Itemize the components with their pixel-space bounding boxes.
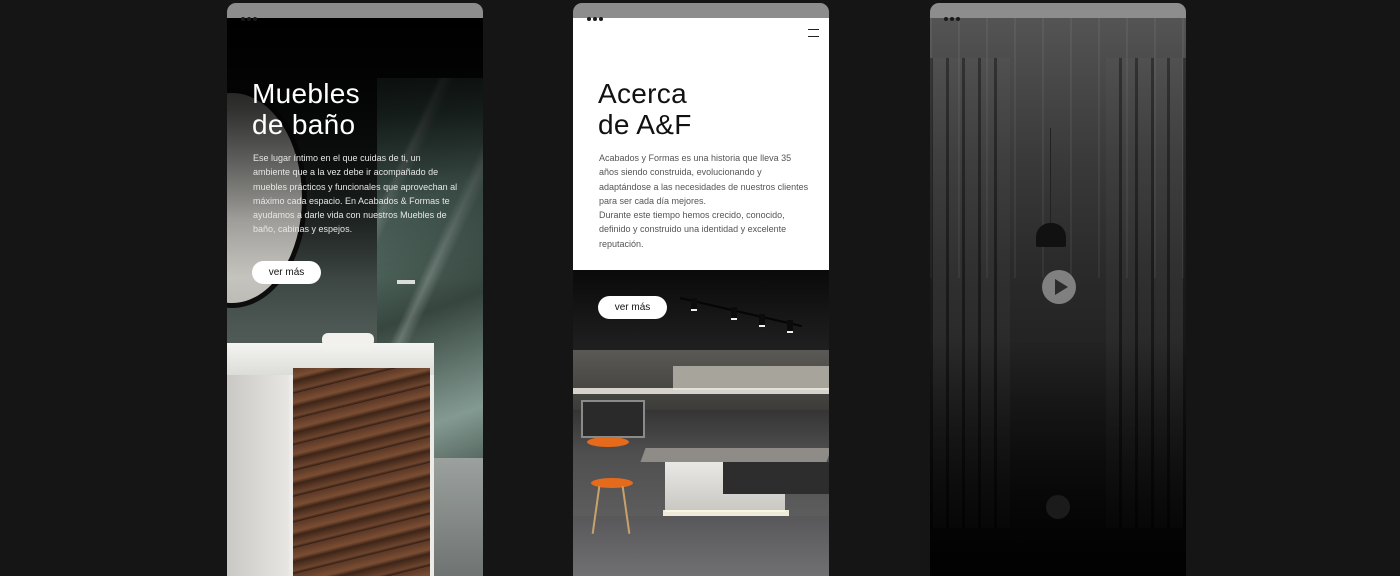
- about-paragraph: Durante este tiempo hemos crecido, conoc…: [599, 210, 787, 249]
- mobile-mockup-banos: Muebles de baño Ese lugar íntimo en el q…: [227, 3, 483, 576]
- window-dot: [253, 17, 257, 21]
- showroom-floor-image: [573, 516, 829, 576]
- window-dots: [944, 8, 962, 26]
- window-dot: [944, 17, 948, 21]
- browser-titlebar: [227, 3, 483, 21]
- window-dot: [599, 17, 603, 21]
- mobile-mockup-video: [930, 3, 1186, 576]
- about-paragraph: Acabados y Formas es una historia que ll…: [599, 153, 809, 206]
- wood-slats-image: [293, 368, 430, 576]
- spotlight-icon: [691, 298, 697, 311]
- window-dot: [587, 17, 591, 21]
- folded-towel-image: [322, 333, 374, 347]
- ver-mas-button[interactable]: ver más: [252, 261, 321, 284]
- vanity-side-image: [227, 375, 289, 576]
- about-text: Acabados y Formas es una historia que ll…: [599, 151, 813, 251]
- spotlight-icon: [787, 320, 793, 333]
- lamp-cord-image: [1050, 128, 1051, 224]
- play-button[interactable]: [1042, 270, 1076, 304]
- description-text: Ese lugar íntimo en el que cuidas de ti,…: [253, 153, 458, 235]
- window-dots: [587, 8, 605, 26]
- dark-overlay: [930, 338, 1186, 576]
- window-dot: [950, 17, 954, 21]
- window-dots: [241, 8, 259, 26]
- island-top-image: [640, 448, 829, 462]
- bathroom-hero: Muebles de baño Ese lugar íntimo en el q…: [227, 18, 483, 576]
- ver-mas-button[interactable]: ver más: [598, 296, 667, 319]
- oven-image: [581, 400, 645, 438]
- window-dot: [247, 17, 251, 21]
- title-line: de baño: [252, 109, 356, 140]
- play-icon: [1055, 279, 1068, 295]
- window-dot: [241, 17, 245, 21]
- upper-cabinets-image: [673, 366, 829, 390]
- about-panel: Acerca de A&F Acabados y Formas es una h…: [573, 18, 829, 270]
- page-title: Muebles de baño: [252, 78, 360, 140]
- mobile-mockup-acerca: Acerca de A&F Acabados y Formas es una h…: [573, 3, 829, 576]
- island-dark-block-image: [723, 462, 829, 494]
- window-dot: [956, 17, 960, 21]
- window-dot: [593, 17, 597, 21]
- spotlight-icon: [731, 307, 737, 320]
- title-line: de A&F: [598, 109, 692, 140]
- wall-shelf-image: [397, 280, 415, 284]
- title-line: Muebles: [252, 78, 360, 109]
- scroll-indicator[interactable]: [1046, 495, 1070, 519]
- floor-image: [434, 458, 483, 576]
- light-strip-image: [573, 388, 829, 394]
- about-section: Acerca de A&F Acabados y Formas es una h…: [573, 18, 829, 576]
- dark-overlay: [227, 18, 483, 278]
- hamburger-menu-icon[interactable]: [808, 29, 819, 37]
- page-title: Acerca de A&F: [598, 78, 692, 140]
- video-section: [930, 18, 1186, 576]
- browser-titlebar: [930, 3, 1186, 21]
- spotlight-icon: [759, 314, 765, 327]
- browser-titlebar: [573, 3, 829, 21]
- stool-image: [587, 437, 629, 447]
- pendant-lamp-image: [1036, 223, 1066, 247]
- title-line: Acerca: [598, 78, 687, 109]
